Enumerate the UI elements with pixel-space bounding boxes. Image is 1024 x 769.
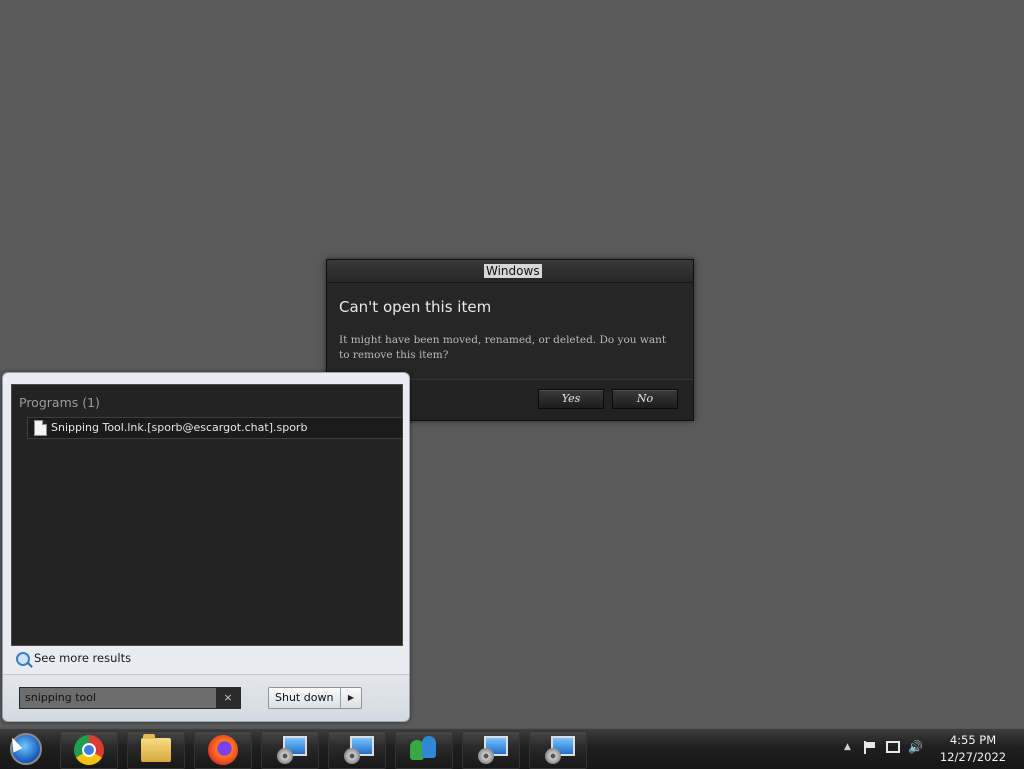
start-menu-bottom-bar: snipping tool × Shut down ▶ bbox=[3, 674, 409, 721]
taskbar-remote-desktop-1[interactable] bbox=[261, 731, 319, 769]
clear-search-icon[interactable]: × bbox=[216, 688, 240, 708]
show-hidden-icons-icon[interactable]: ▲ bbox=[844, 742, 851, 752]
programs-section-header[interactable]: Programs (1) bbox=[19, 395, 100, 410]
shutdown-options-arrow-icon[interactable]: ▶ bbox=[340, 688, 361, 708]
action-center-flag-icon[interactable] bbox=[864, 741, 875, 754]
firefox-icon bbox=[208, 735, 238, 765]
taskbar-chrome[interactable] bbox=[60, 731, 118, 769]
remote-desktop-icon bbox=[344, 736, 374, 764]
volume-icon[interactable]: 🔊 bbox=[908, 740, 923, 754]
taskbar-remote-desktop-4[interactable] bbox=[529, 731, 587, 769]
clock-time: 4:55 PM bbox=[949, 733, 997, 747]
search-results-pane: Programs (1) Snipping Tool.lnk.[sporb@es… bbox=[11, 384, 403, 646]
search-icon bbox=[16, 651, 30, 666]
dialog-titlebar[interactable]: Windows bbox=[327, 260, 693, 283]
clock-date: 12/27/2022 bbox=[939, 750, 1007, 764]
taskbar-messenger[interactable] bbox=[395, 731, 453, 769]
remote-desktop-icon bbox=[478, 736, 508, 764]
messenger-icon bbox=[408, 736, 440, 764]
start-menu: Programs (1) Snipping Tool.lnk.[sporb@es… bbox=[2, 372, 410, 722]
network-icon[interactable] bbox=[886, 741, 900, 753]
start-button[interactable] bbox=[0, 731, 52, 767]
remote-desktop-icon bbox=[545, 736, 575, 764]
yes-button[interactable]: Yes bbox=[538, 389, 604, 409]
taskbar-remote-desktop-3[interactable] bbox=[462, 731, 520, 769]
search-input-value: snipping tool bbox=[25, 691, 97, 704]
result-item-snipping-tool[interactable]: Snipping Tool.lnk.[sporb@escargot.chat].… bbox=[27, 417, 403, 439]
search-input[interactable]: snipping tool × bbox=[19, 687, 241, 709]
file-icon bbox=[34, 420, 47, 436]
folder-icon bbox=[141, 734, 171, 762]
remote-desktop-icon bbox=[277, 736, 307, 764]
see-more-results-link[interactable]: See more results bbox=[16, 651, 131, 669]
chrome-icon bbox=[74, 735, 104, 765]
shutdown-label: Shut down bbox=[275, 691, 334, 704]
taskbar-remote-desktop-2[interactable] bbox=[328, 731, 386, 769]
system-tray: ▲ 🔊 4:55 PM 12/27/2022 bbox=[834, 729, 1024, 769]
clock[interactable]: 4:55 PM 12/27/2022 bbox=[930, 732, 1016, 766]
shutdown-button[interactable]: Shut down ▶ bbox=[268, 687, 362, 709]
dialog-message: It might have been moved, renamed, or de… bbox=[339, 334, 667, 361]
dialog-heading: Can't open this item bbox=[339, 298, 492, 316]
no-button[interactable]: No bbox=[612, 389, 678, 409]
dialog-title: Windows bbox=[484, 264, 542, 278]
result-label: Snipping Tool.lnk.[sporb@escargot.chat].… bbox=[51, 421, 308, 434]
taskbar: ▲ 🔊 4:55 PM 12/27/2022 bbox=[0, 728, 1024, 769]
taskbar-file-explorer[interactable] bbox=[127, 731, 185, 769]
taskbar-firefox[interactable] bbox=[194, 731, 252, 769]
see-more-label: See more results bbox=[34, 651, 132, 665]
